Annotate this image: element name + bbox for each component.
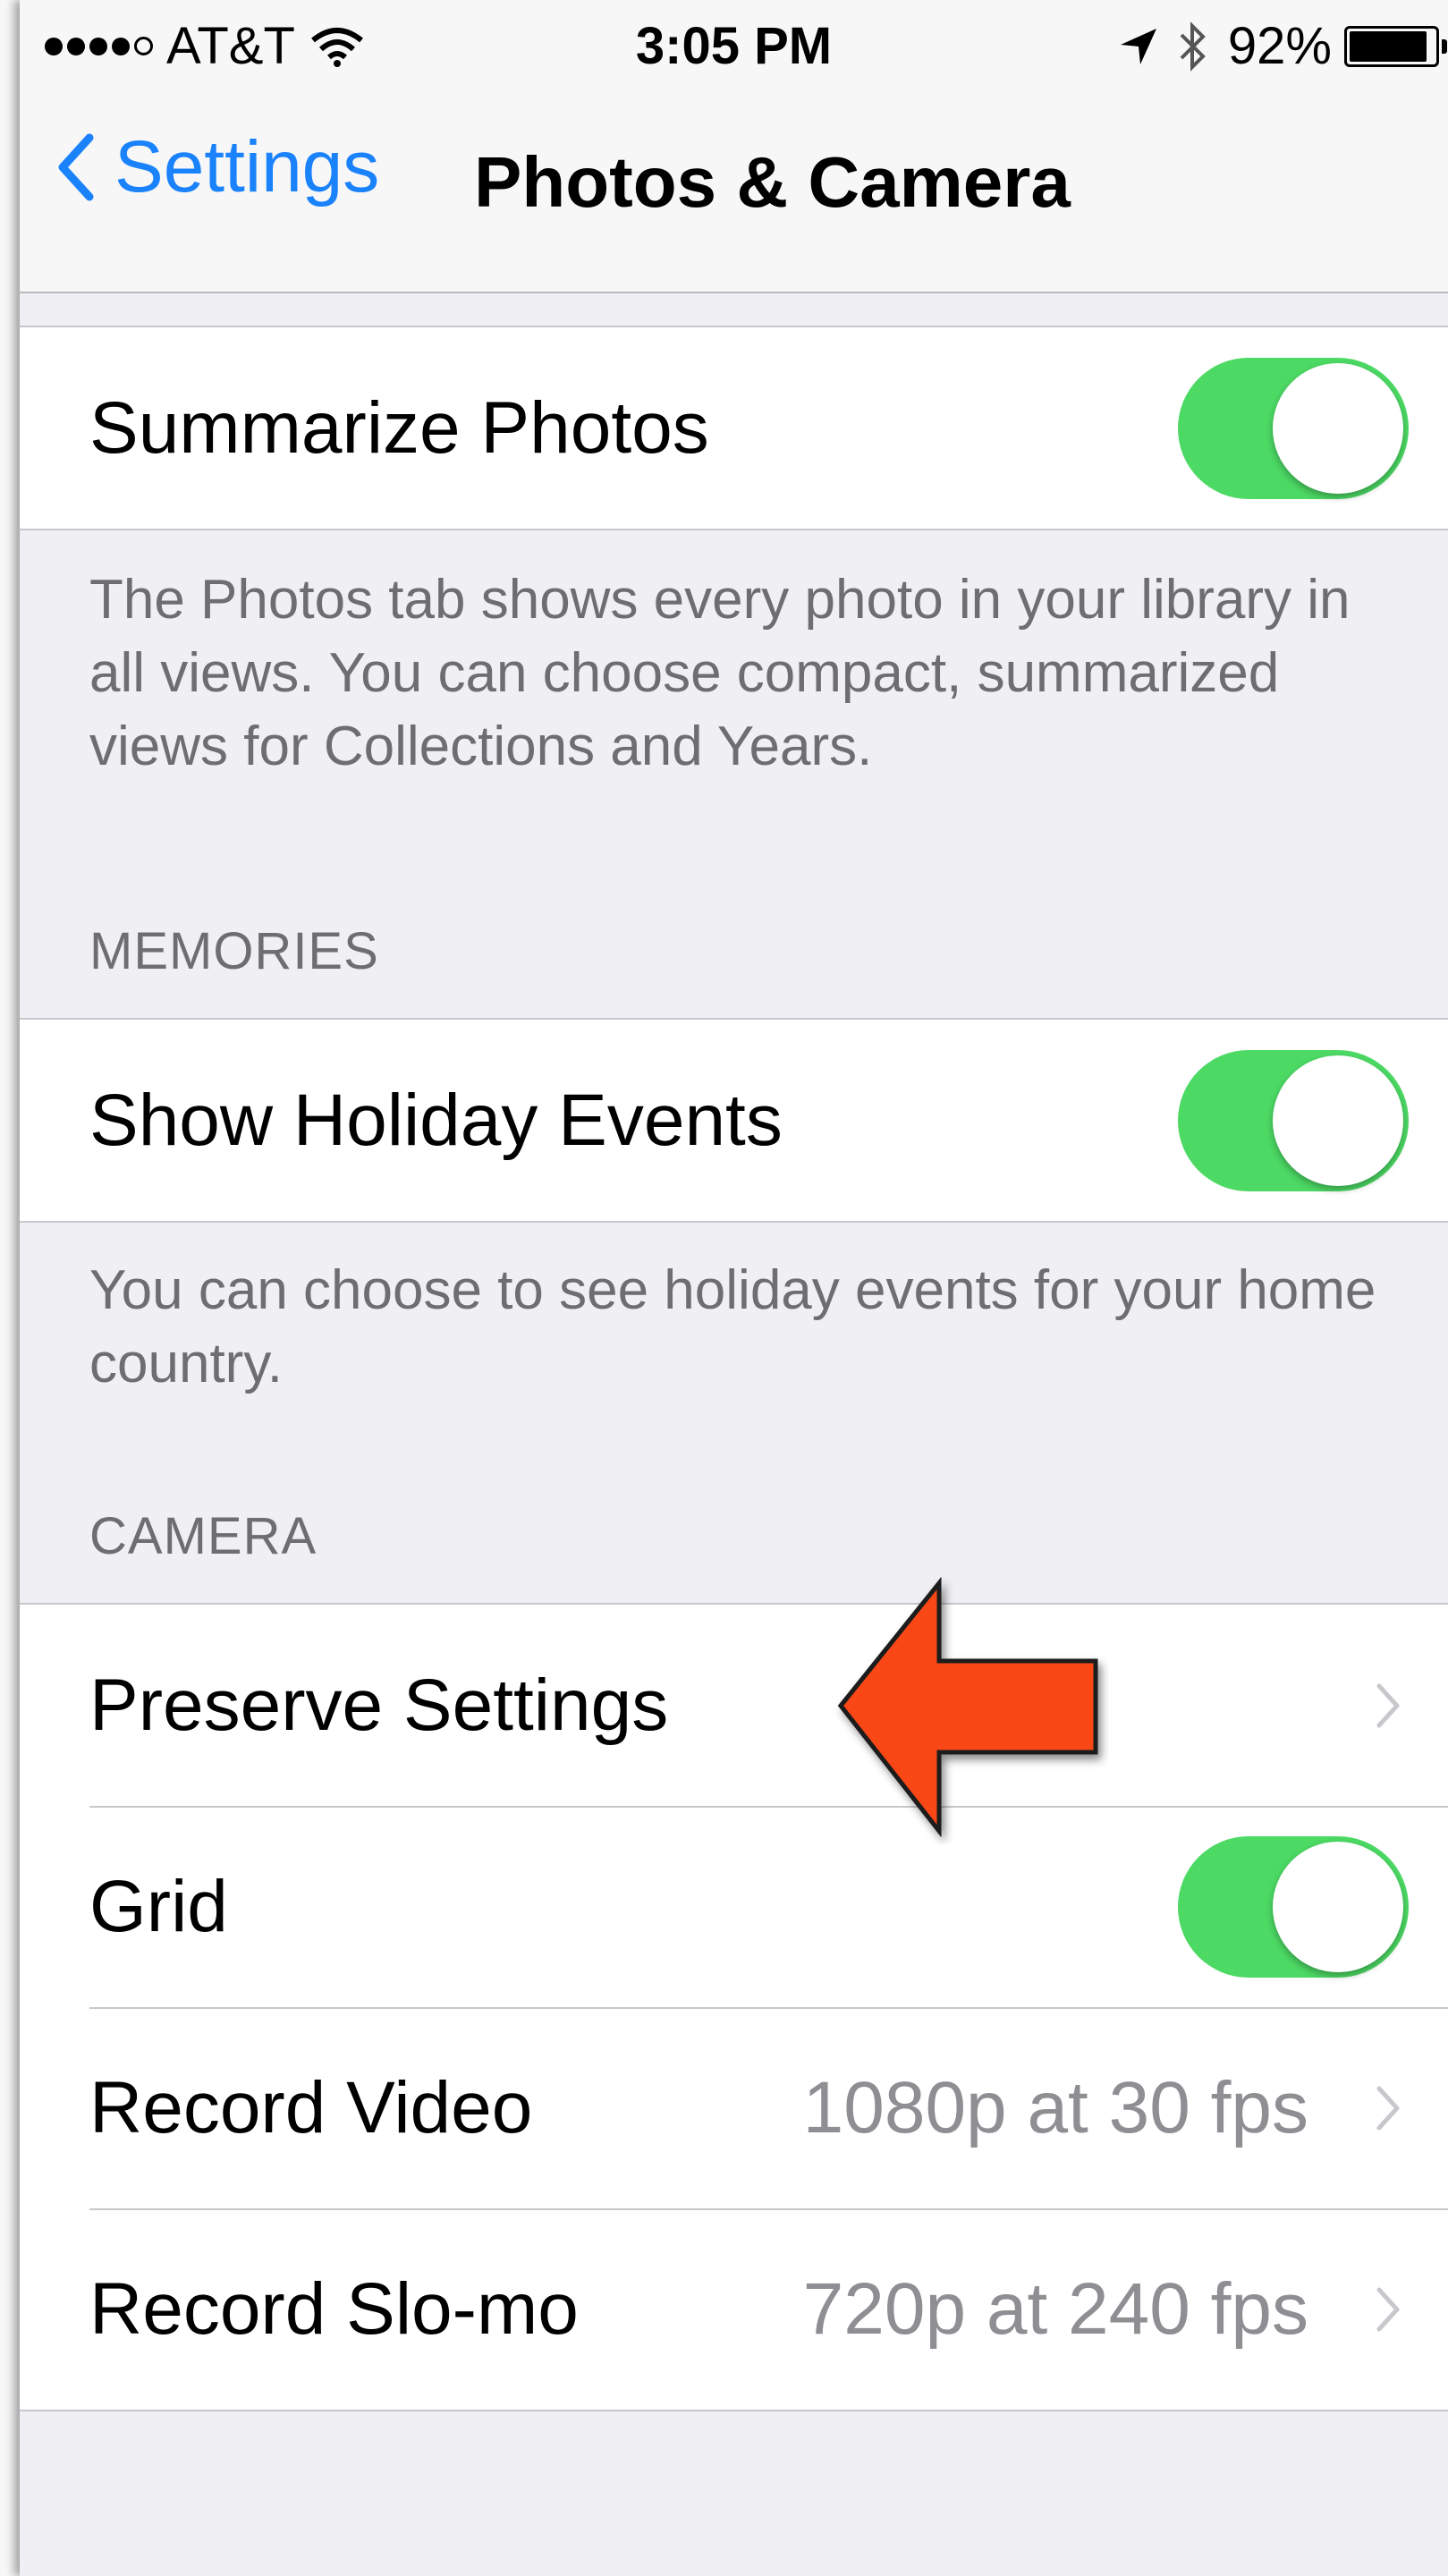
- grid-label: Grid: [89, 1865, 228, 1947]
- record-video-label: Record Video: [89, 2066, 533, 2148]
- record-video-row[interactable]: Record Video 1080p at 30 fps: [20, 2007, 1448, 2208]
- page-title: Photos & Camera: [474, 142, 1071, 222]
- preserve-settings-row[interactable]: Preserve Settings: [20, 1605, 1448, 1806]
- grid-row: Grid: [20, 1806, 1448, 2007]
- battery-icon: [1344, 25, 1447, 67]
- memories-header: MEMORIES: [89, 922, 379, 980]
- grid-toggle[interactable]: [1178, 1836, 1409, 1978]
- bluetooth-icon: [1180, 21, 1206, 72]
- memories-group: Show Holiday Events: [20, 1018, 1448, 1223]
- summarize-photos-toggle[interactable]: [1178, 358, 1409, 499]
- chevron-right-icon: [1376, 2086, 1400, 2131]
- back-label: Settings: [114, 126, 380, 208]
- status-right: 92%: [1117, 16, 1448, 76]
- camera-group: Preserve Settings Grid Record Video 1080…: [20, 1603, 1448, 2411]
- camera-header: CAMERA: [89, 1507, 318, 1565]
- photos-group: Summarize Photos: [20, 326, 1448, 530]
- photos-footer: The Photos tab shows every photo in your…: [89, 569, 1351, 777]
- screenshot-margin: [0, 0, 20, 2576]
- preserve-settings-label: Preserve Settings: [89, 1664, 669, 1746]
- record-slomo-row[interactable]: Record Slo-mo 720p at 240 fps: [20, 2208, 1448, 2410]
- red-arrow-icon: [837, 1576, 1098, 1838]
- chevron-left-icon: [58, 133, 94, 201]
- settings-screen: AT&T 3:05 PM 92% Settings Photos & Camer…: [20, 0, 1448, 2576]
- memories-footer: You can choose to see holiday events for…: [89, 1259, 1376, 1394]
- holiday-events-toggle[interactable]: [1178, 1050, 1409, 1191]
- record-video-value: 1080p at 30 fps: [802, 2066, 1308, 2148]
- back-button[interactable]: Settings: [55, 125, 379, 209]
- top-bar: AT&T 3:05 PM 92% Settings Photos & Camer…: [20, 0, 1448, 293]
- holiday-events-row: Show Holiday Events: [20, 1020, 1448, 1221]
- summarize-photos-row: Summarize Photos: [20, 327, 1448, 529]
- battery-percent: 92%: [1227, 17, 1332, 75]
- chevron-right-icon: [1376, 2287, 1400, 2332]
- record-slomo-label: Record Slo-mo: [89, 2267, 579, 2350]
- summarize-photos-label: Summarize Photos: [89, 386, 709, 469]
- holiday-events-label: Show Holiday Events: [89, 1079, 783, 1161]
- chevron-right-icon: [1376, 1683, 1400, 1728]
- record-slomo-value: 720p at 240 fps: [802, 2267, 1308, 2350]
- location-arrow-icon: [1120, 28, 1156, 64]
